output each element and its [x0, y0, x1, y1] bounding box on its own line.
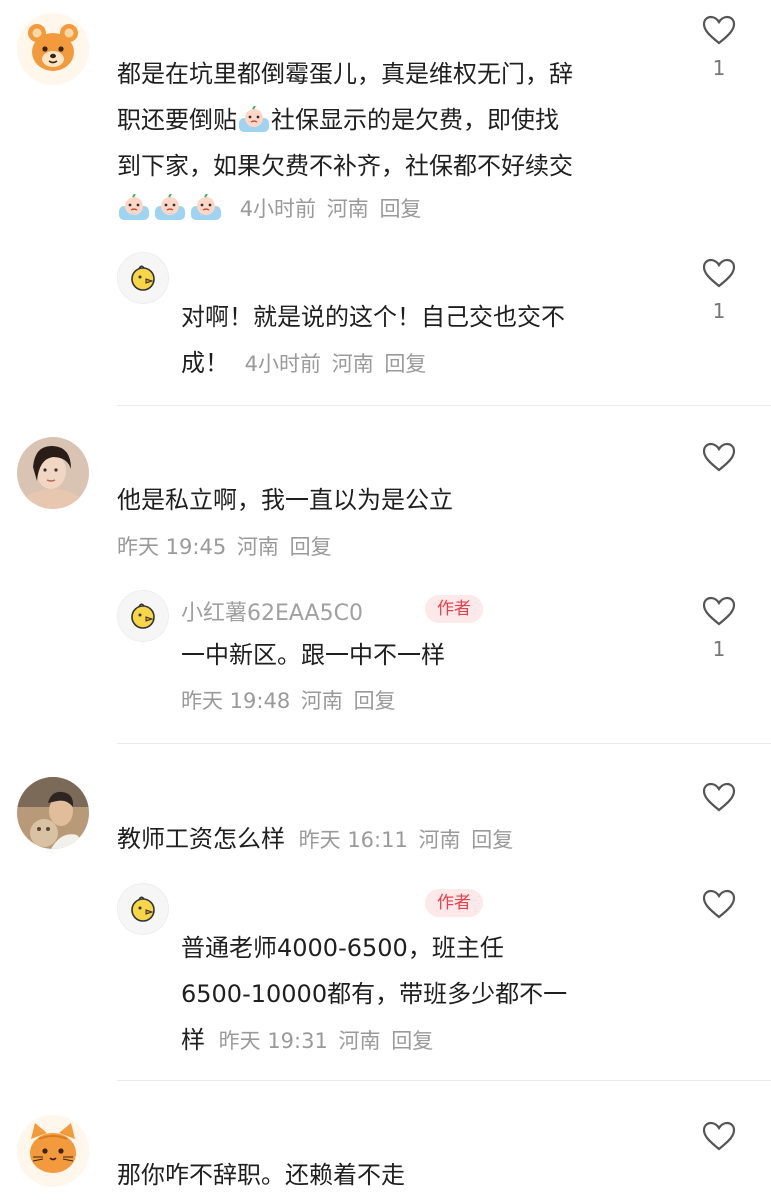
reply-text: 普通老师4000-6500，班主任 6500-10000都有，带班多少都不一 样…	[181, 925, 651, 1064]
comment-line: 都是在坑里都倒霉蛋儿，真是维权无门，辞	[117, 60, 573, 88]
chick-avatar-icon	[131, 603, 155, 629]
avatar-bear[interactable]	[17, 13, 89, 85]
divider	[117, 405, 771, 406]
reply-line-with-meta: 样 昨天 19:31 河南 回复	[181, 1017, 651, 1064]
heart-outline-icon	[702, 596, 736, 626]
like-button[interactable]	[689, 781, 749, 813]
reply-line: 样	[181, 1026, 205, 1054]
comment-text: 教师工资怎么样	[117, 825, 285, 853]
chick-avatar-icon	[131, 265, 155, 291]
comment-time: 昨天 16:11	[298, 828, 408, 852]
reply-time: 昨天 19:48	[181, 689, 291, 713]
avatar-user-woman[interactable]	[17, 437, 89, 509]
comment-location: 河南	[326, 197, 369, 221]
avatar-author[interactable]	[117, 883, 169, 935]
reply-button[interactable]: 回复	[391, 1029, 433, 1053]
reply-meta: 昨天 19:48 河南 回复	[181, 686, 400, 716]
divider	[117, 743, 771, 744]
reply-location: 河南	[331, 352, 374, 376]
comment-location: 河南	[236, 535, 279, 559]
user-photo-icon	[17, 437, 89, 509]
crying-emoji-icon	[153, 193, 187, 222]
reply-author-name[interactable]: 小红薯62EAA5C0	[181, 595, 363, 627]
heart-outline-icon	[702, 442, 736, 472]
author-badge: 作者	[425, 595, 483, 623]
like-count: 1	[712, 637, 726, 661]
crying-emoji-icon	[189, 193, 223, 222]
reply-line: 成！	[181, 349, 229, 377]
heart-outline-icon	[702, 782, 736, 812]
cat-avatar-icon	[17, 1115, 89, 1187]
like-button[interactable]	[689, 1120, 749, 1152]
reply-text: 对啊！就是说的这个！自己交也交不 成！ 4小时前 河南 回复	[181, 294, 651, 387]
author-badge: 作者	[425, 889, 483, 917]
reply-location: 河南	[300, 689, 343, 713]
avatar-cat[interactable]	[17, 1115, 89, 1187]
comment-text-with-meta: 教师工资怎么样 昨天 16:11 河南 回复	[117, 816, 677, 863]
like-count: 1	[712, 299, 726, 323]
like-button[interactable]: 1	[689, 14, 749, 80]
comment-text: 都是在坑里都倒霉蛋儿，真是维权无门，辞 职还要倒贴 社保显示的是欠费，即使找 到下…	[117, 51, 677, 189]
user-photo-icon	[17, 777, 89, 849]
bear-avatar-icon	[17, 13, 89, 85]
comment-line: 职还要倒贴 社保显示的是欠费，即使找	[117, 97, 677, 143]
comment-meta: 4小时前 河南 回复	[117, 193, 425, 224]
comment-time: 昨天 19:45	[117, 535, 227, 559]
comment-text: 那你咋不辞职。还赖着不走	[117, 1161, 405, 1189]
heart-outline-icon	[702, 889, 736, 919]
reply-line: 6500-10000都有，带班多少都不一	[181, 980, 568, 1008]
reply-button[interactable]: 回复	[384, 352, 426, 376]
heart-outline-icon	[702, 1121, 736, 1151]
like-button[interactable]	[689, 441, 749, 473]
comment-time: 4小时前	[239, 197, 317, 221]
heart-outline-icon	[702, 15, 736, 45]
reply-button[interactable]: 回复	[471, 828, 513, 852]
reply-text: 一中新区。跟一中不一样	[181, 641, 445, 669]
like-count: 1	[712, 56, 726, 80]
chick-avatar-icon	[131, 896, 155, 922]
comment-line-prefix: 职还要倒贴	[117, 106, 237, 134]
reply-button[interactable]: 回复	[354, 689, 396, 713]
crying-emoji-icon	[117, 193, 151, 222]
crying-emoji-icon	[237, 103, 271, 132]
avatar-author[interactable]	[117, 590, 169, 642]
comment-meta: 昨天 19:45 河南 回复	[117, 532, 336, 562]
reply-button[interactable]: 回复	[290, 535, 332, 559]
reply-button[interactable]: 回复	[379, 197, 421, 221]
avatar-author[interactable]	[117, 252, 169, 304]
comment-text: 他是私立啊，我一直以为是公立	[117, 486, 453, 514]
divider	[117, 1080, 771, 1081]
reply-line: 对啊！就是说的这个！自己交也交不	[181, 303, 565, 331]
reply-time: 4小时前	[244, 352, 322, 376]
like-button[interactable]	[689, 888, 749, 920]
reply-time: 昨天 19:31	[218, 1029, 328, 1053]
comment-line: 到下家，如果欠费不补齐，社保都不好续交	[117, 152, 573, 180]
reply-line: 普通老师4000-6500，班主任	[181, 934, 504, 962]
like-button[interactable]: 1	[689, 595, 749, 661]
like-button[interactable]: 1	[689, 257, 749, 323]
reply-line-with-meta: 成！ 4小时前 河南 回复	[181, 340, 651, 387]
reply-location: 河南	[338, 1029, 381, 1053]
avatar-user-man[interactable]	[17, 777, 89, 849]
heart-outline-icon	[702, 258, 736, 288]
comment-location: 河南	[418, 828, 461, 852]
comment-line-rest: 社保显示的是欠费，即使找	[271, 106, 559, 134]
